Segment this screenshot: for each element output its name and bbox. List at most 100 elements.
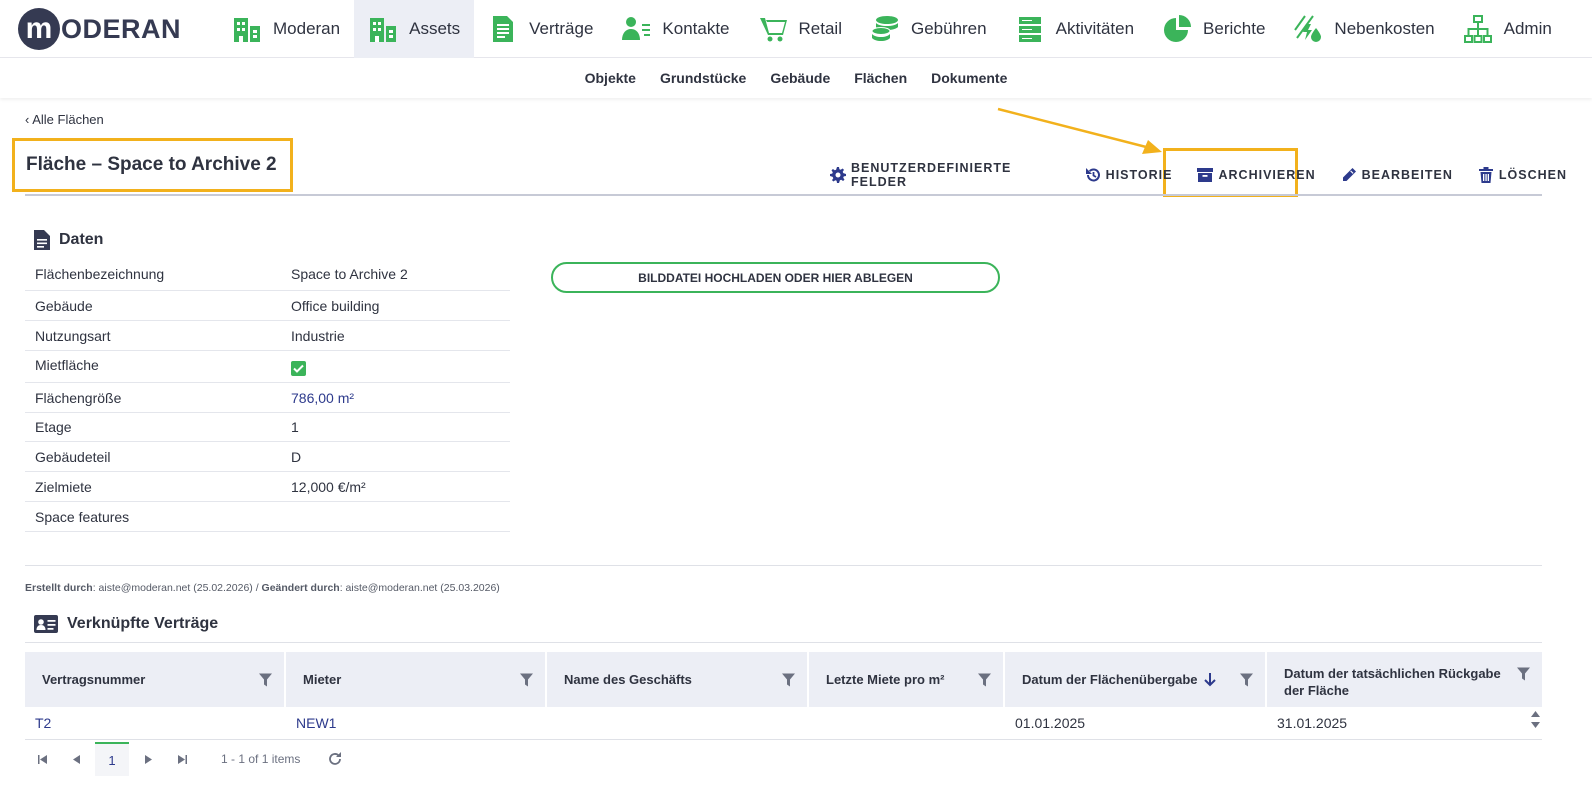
- gear-icon: [830, 167, 846, 183]
- refresh-icon[interactable]: [328, 752, 342, 766]
- nav-item-vertraege[interactable]: Verträge: [474, 0, 607, 58]
- history-button[interactable]: HISTORIE: [1085, 167, 1173, 183]
- custom-fields-button[interactable]: BENUTZERDEFINIERTE FELDER: [830, 161, 1060, 189]
- nav-item-berichte[interactable]: Berichte: [1148, 0, 1279, 58]
- subnav-flaechen[interactable]: Flächen: [842, 70, 919, 86]
- server-icon: [1018, 17, 1041, 42]
- scroll-down-icon[interactable]: [1531, 722, 1540, 728]
- next-page-button[interactable]: [131, 754, 165, 764]
- data-label: Space features: [35, 508, 130, 525]
- data-row: Zielmiete 12,000 €/m²: [25, 472, 510, 502]
- data-value: 1: [291, 419, 299, 435]
- data-label: Flächenbezeichnung: [35, 266, 165, 282]
- nav-item-label: Admin: [1503, 19, 1552, 38]
- document-icon: [34, 230, 50, 250]
- data-value: D: [291, 448, 302, 465]
- data-label: Gebäudeteil: [35, 448, 111, 465]
- filter-icon[interactable]: [782, 673, 795, 686]
- data-label: Nutzungsart: [35, 327, 111, 344]
- delete-label: LÖSCHEN: [1498, 168, 1567, 182]
- column-header-uebergabe[interactable]: Datum der Flächenübergabe: [1005, 652, 1267, 707]
- nav-item-label: Assets: [409, 19, 461, 38]
- created-value: : aiste@moderan.net (25.02.2026) /: [92, 582, 262, 594]
- nav-item-nebenkosten[interactable]: Nebenkosten: [1279, 0, 1448, 58]
- created-label: Erstellt durch: [25, 582, 93, 594]
- data-row: Flächengröße 786,00 m²: [25, 383, 510, 413]
- sub-navigation: Objekte Grundstücke Gebäude Flächen Doku…: [0, 58, 1592, 98]
- moderan-logo[interactable]: m ODERAN: [18, 7, 181, 51]
- coins-icon: [871, 16, 898, 41]
- filter-icon[interactable]: [259, 673, 272, 686]
- daten-heading: Daten: [34, 230, 103, 250]
- subnav-objekte[interactable]: Objekte: [573, 70, 648, 86]
- first-page-icon: [37, 754, 47, 764]
- daten-table: Flächenbezeichnung Space to Archive 2 Ge…: [25, 258, 510, 532]
- cell-vertragsnummer[interactable]: T2: [25, 715, 286, 731]
- first-page-button[interactable]: [25, 754, 59, 764]
- archive-button[interactable]: ARCHIVIEREN: [1197, 167, 1315, 183]
- document-icon: [493, 16, 514, 42]
- data-value: 786,00 m²: [291, 389, 355, 406]
- nav-item-admin[interactable]: Admin: [1449, 0, 1566, 58]
- data-row: Gebäudeteil D: [25, 442, 510, 472]
- delete-button[interactable]: LÖSCHEN: [1478, 167, 1567, 183]
- column-header-rueckgabe[interactable]: Datum der tatsächlichen Rückgabe der Flä…: [1267, 652, 1542, 707]
- logo-mark: m: [18, 8, 60, 50]
- column-header-label: Vertragsnummer: [42, 672, 146, 687]
- column-header-label: Mieter: [303, 672, 342, 687]
- nav-item-moderan[interactable]: Moderan: [218, 0, 354, 58]
- pager-info: 1 - 1 of 1 items: [221, 752, 301, 766]
- logo-text: ODERAN: [61, 13, 182, 44]
- annotation-arrow: [997, 107, 1162, 154]
- check-icon: [293, 364, 304, 373]
- previous-page-button[interactable]: [59, 754, 93, 764]
- back-link-all-spaces[interactable]: ‹ Alle Flächen: [25, 112, 104, 127]
- utilities-icon: [1294, 15, 1322, 42]
- column-header-letzte-miete[interactable]: Letzte Miete pro m²: [809, 652, 1005, 707]
- audit-info: Erstellt durch: aiste@moderan.net (25.02…: [25, 582, 500, 594]
- nav-item-gebuehren[interactable]: Gebühren: [856, 0, 1001, 58]
- column-header-vertragsnummer[interactable]: Vertragsnummer: [25, 652, 286, 707]
- data-label: Etage: [35, 419, 72, 435]
- filter-icon[interactable]: [978, 673, 991, 686]
- scroll-up-icon[interactable]: [1531, 711, 1540, 717]
- filter-icon[interactable]: [1240, 673, 1253, 686]
- nav-item-kontakte[interactable]: Kontakte: [607, 0, 743, 58]
- contracts-heading: Verknüpfte Verträge: [34, 615, 218, 633]
- cell-mieter[interactable]: NEW1: [286, 715, 547, 731]
- data-label: Flächengröße: [35, 389, 122, 406]
- subnav-dokumente[interactable]: Dokumente: [919, 70, 1019, 86]
- history-label: HISTORIE: [1105, 168, 1173, 182]
- data-label: Zielmiete: [35, 478, 92, 495]
- building-icon: [234, 18, 260, 42]
- nav-item-label: Nebenkosten: [1334, 19, 1435, 38]
- data-label: Gebäude: [35, 297, 93, 314]
- next-page-icon: [144, 754, 152, 764]
- filter-icon[interactable]: [1517, 667, 1530, 681]
- column-header-geschaeft[interactable]: Name des Geschäfts: [547, 652, 809, 707]
- edit-button[interactable]: BEARBEITEN: [1341, 167, 1453, 183]
- subnav-grundstuecke[interactable]: Grundstücke: [648, 70, 758, 86]
- contact-card-icon: [34, 615, 58, 633]
- last-page-button[interactable]: [165, 754, 199, 764]
- column-header-label: Letzte Miete pro m²: [826, 672, 945, 687]
- subnav-gebaeude[interactable]: Gebäude: [758, 70, 842, 86]
- nav-item-label: Moderan: [273, 19, 341, 38]
- grid-scrollbar[interactable]: [1531, 711, 1540, 728]
- grid-pager: 1 1 - 1 of 1 items: [25, 742, 342, 776]
- table-row[interactable]: T2 NEW1 01.01.2025 31.01.2025: [25, 707, 1542, 740]
- nav-item-aktivitaeten[interactable]: Aktivitäten: [1001, 0, 1148, 58]
- nav-item-label: Kontakte: [662, 19, 730, 38]
- image-upload-button[interactable]: BILDDATEI HOCHLADEN ODER HIER ABLEGEN: [551, 262, 1000, 293]
- previous-page-icon: [72, 754, 80, 764]
- nav-item-retail[interactable]: Retail: [744, 0, 856, 58]
- page-title-highlight: Fläche – Space to Archive 2: [12, 138, 293, 192]
- current-page[interactable]: 1: [95, 742, 129, 776]
- filter-icon[interactable]: [520, 673, 533, 686]
- data-row: Gebäude Office building: [25, 291, 510, 321]
- nav-item-label: Verträge: [529, 19, 594, 38]
- column-header-mieter[interactable]: Mieter: [286, 652, 547, 707]
- nav-item-assets[interactable]: Assets: [354, 0, 475, 58]
- nav-item-label: Berichte: [1203, 19, 1266, 38]
- nav-item-label: Retail: [798, 19, 842, 38]
